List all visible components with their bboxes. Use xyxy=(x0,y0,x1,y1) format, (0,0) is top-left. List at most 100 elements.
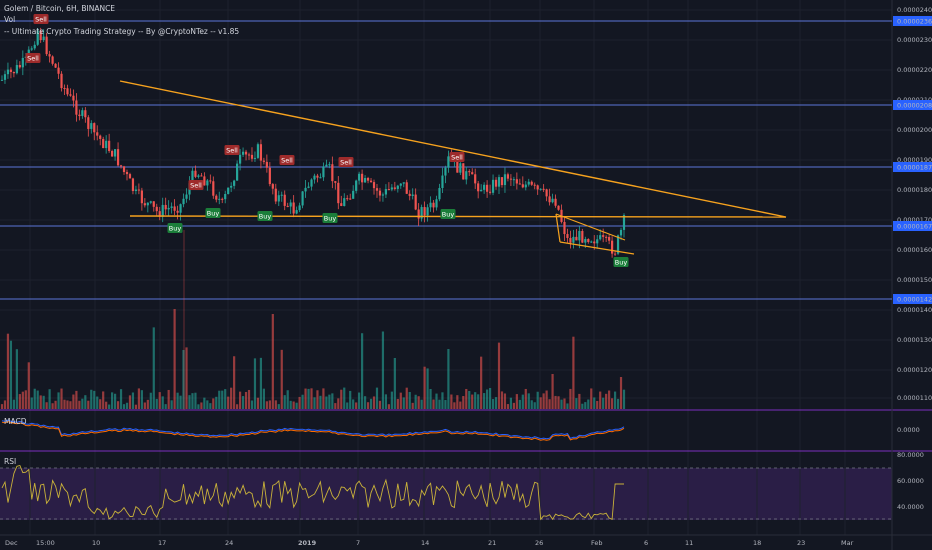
candle-body xyxy=(322,166,325,178)
candle-body xyxy=(610,240,614,254)
chart-canvas[interactable]: Sell Sell Sell Sell Sell Sell Sell Buy Buy Buy Buy… xyxy=(0,0,932,550)
volume-bar xyxy=(93,390,96,409)
volume-bar xyxy=(435,393,438,409)
signal-label: Sell xyxy=(35,15,47,23)
volume-bar xyxy=(286,390,289,409)
candle-body xyxy=(468,171,471,173)
buy-signal: Buy xyxy=(613,257,629,267)
candle-body xyxy=(405,182,408,194)
volume-bar xyxy=(99,399,102,409)
macd-pane-label[interactable]: MACD xyxy=(4,417,26,426)
candle-body xyxy=(244,151,248,155)
time-tick-label: 17 xyxy=(158,539,166,547)
candle-body xyxy=(328,164,331,166)
volume-bar xyxy=(194,392,197,409)
candle-body xyxy=(539,188,542,190)
sell-signal: Sell xyxy=(33,14,49,24)
candle-body xyxy=(256,144,260,158)
candle-body xyxy=(390,187,393,190)
volume-bar xyxy=(521,394,524,409)
strategy-indicator-label[interactable]: -- Ultimate Crypto Trading Strategy -- B… xyxy=(4,27,239,36)
volume-bar xyxy=(462,395,465,409)
volume-bar xyxy=(518,399,521,409)
volume-bar xyxy=(542,393,545,409)
candle-body xyxy=(236,163,239,181)
time-tick-label: 7 xyxy=(356,539,360,547)
volume-bar xyxy=(608,390,611,409)
candle-body xyxy=(194,170,197,177)
candle-body xyxy=(608,237,611,241)
candle-body xyxy=(438,188,441,200)
volume-bar xyxy=(161,396,164,409)
candle-body xyxy=(462,163,465,180)
volume-bar xyxy=(408,391,411,409)
volume-indicator-label[interactable]: Vol xyxy=(4,15,15,24)
candle-body xyxy=(399,183,402,186)
volume-bar xyxy=(277,404,280,409)
candle-body xyxy=(548,196,551,203)
volume-bar xyxy=(355,402,358,409)
candle-body xyxy=(182,198,185,205)
candle-body xyxy=(500,177,504,186)
candle-body xyxy=(209,180,212,182)
price-axis: 0.000024000.000023000.000022000.00002100… xyxy=(893,6,932,511)
volume-bar xyxy=(191,393,194,409)
candle-body xyxy=(408,193,411,196)
candle-body xyxy=(90,123,93,129)
time-tick-label: 14 xyxy=(421,539,429,547)
candle-body xyxy=(325,164,328,167)
candle-body xyxy=(84,110,87,118)
volume-bar xyxy=(170,400,173,409)
candle-body xyxy=(509,178,513,180)
volume-bar xyxy=(75,390,78,409)
price-level-tag-label: 0.00002368 xyxy=(897,17,932,25)
candle-body xyxy=(206,180,209,186)
candle-body xyxy=(349,198,352,200)
candle-body xyxy=(587,239,590,243)
candle-body xyxy=(486,184,489,192)
candle-body xyxy=(557,205,560,210)
volume-bar xyxy=(292,401,295,409)
symbol-title[interactable]: Golem / Bitcoin, 6H, BINANCE xyxy=(4,4,115,13)
signal-label: Buy xyxy=(442,210,455,218)
candle-body xyxy=(42,36,45,41)
candle-body xyxy=(54,63,57,68)
volume-bar xyxy=(3,400,7,409)
candle-body xyxy=(346,198,349,200)
rsi-pane-label[interactable]: RSI xyxy=(4,457,16,466)
candle-body xyxy=(313,175,316,180)
volume-bar xyxy=(619,377,623,409)
volume-bar xyxy=(387,404,390,409)
candle-body xyxy=(554,198,557,206)
volume-bar xyxy=(322,388,325,409)
candle-body xyxy=(334,181,337,183)
candle-body xyxy=(137,189,140,191)
volume-bar xyxy=(390,391,393,409)
volume-bar xyxy=(500,391,504,409)
candle-body xyxy=(21,57,24,68)
time-tick-label: 11 xyxy=(685,539,693,547)
volume-bar xyxy=(483,393,486,409)
candle-body xyxy=(593,241,596,244)
candle-body xyxy=(131,178,135,192)
candle-body xyxy=(497,177,501,187)
volume-bar xyxy=(551,374,554,409)
time-tick-label: 21 xyxy=(488,539,496,547)
volume-bar xyxy=(325,396,328,409)
candle-body xyxy=(128,174,132,179)
candle-body xyxy=(530,181,533,185)
volume-bar xyxy=(417,396,420,409)
volume-bar xyxy=(613,391,617,409)
candle-body xyxy=(393,187,396,189)
volume-bar xyxy=(399,392,402,409)
candle-body xyxy=(423,207,426,216)
volume-bar xyxy=(414,394,417,409)
volume-bar xyxy=(584,402,587,409)
volume-bar xyxy=(560,399,563,409)
candle-body xyxy=(447,156,450,168)
volume-bar xyxy=(90,389,93,409)
candle-body xyxy=(480,189,483,192)
sell-signal: Sell xyxy=(449,152,465,162)
candle-body xyxy=(250,154,254,159)
candle-body xyxy=(176,210,179,213)
